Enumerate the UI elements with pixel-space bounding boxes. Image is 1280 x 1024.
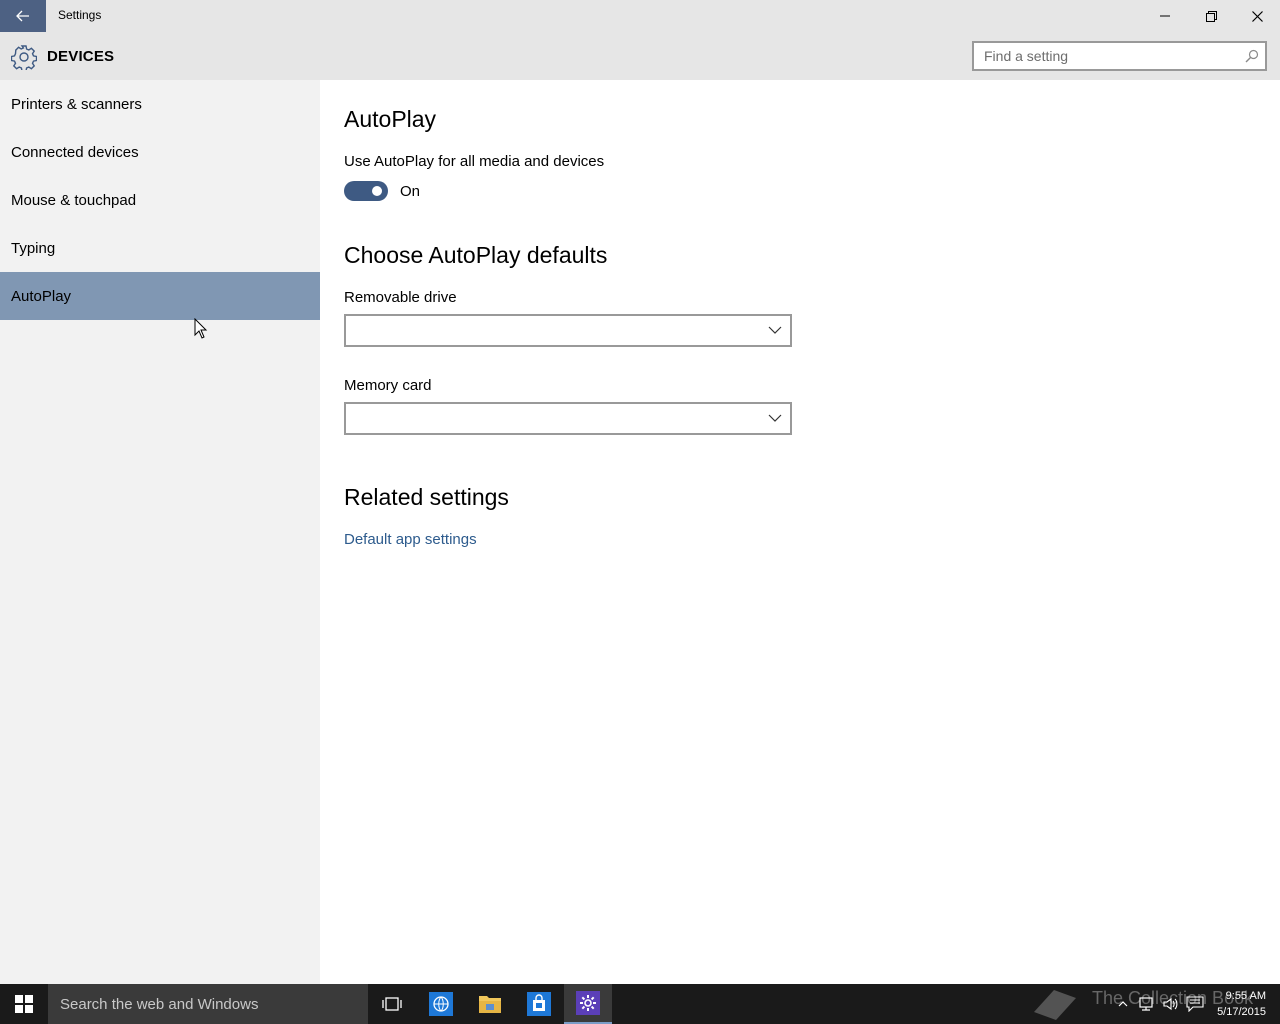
start-button[interactable]: [0, 984, 48, 1024]
gear-icon: [11, 45, 37, 70]
task-view-icon: [382, 997, 402, 1011]
back-button[interactable]: [0, 0, 46, 32]
sidebar-item-label: Connected devices: [11, 143, 139, 161]
search-box[interactable]: [972, 41, 1267, 71]
minimize-button[interactable]: [1142, 0, 1188, 32]
minimize-icon: [1160, 15, 1170, 17]
chevron-down-icon: [768, 414, 782, 422]
autoplay-label: Use AutoPlay for all media and devices: [344, 153, 605, 170]
book-icon: [1034, 990, 1076, 1020]
title-bar: Settings: [0, 0, 1280, 32]
section-title-defaults: Choose AutoPlay defaults: [344, 242, 608, 268]
back-arrow-icon: [16, 10, 29, 22]
sidebar-item-autoplay[interactable]: AutoPlay: [0, 272, 320, 320]
taskbar-store[interactable]: [515, 984, 563, 1024]
taskbar: Search the web and Windows The Collectio…: [0, 984, 1280, 1024]
chevron-down-icon: [768, 326, 782, 334]
window-title: Settings: [58, 8, 102, 22]
close-button[interactable]: [1234, 0, 1280, 32]
windows-logo-icon: [15, 995, 33, 1013]
taskbar-clock[interactable]: 9:55 AM 5/17/2015: [1217, 988, 1266, 1020]
folder-icon: [479, 996, 501, 1013]
action-center-icon[interactable]: [1186, 996, 1204, 1012]
removable-drive-dropdown[interactable]: [344, 314, 792, 347]
taskbar-search-text: Search the web and Windows: [60, 996, 259, 1013]
clock-date: 5/17/2015: [1217, 1006, 1266, 1018]
memory-card-label: Memory card: [344, 377, 432, 394]
toggle-state-label: On: [400, 183, 421, 200]
search-input[interactable]: [984, 48, 1234, 64]
taskbar-settings[interactable]: [564, 984, 612, 1024]
section-title-autoplay: AutoPlay: [344, 106, 437, 132]
sidebar-item-printers-scanners[interactable]: Printers & scanners: [0, 80, 320, 128]
network-icon[interactable]: [1138, 996, 1156, 1012]
task-view-button[interactable]: [368, 984, 416, 1024]
sidebar-item-label: Typing: [11, 239, 56, 257]
page-title: DEVICES: [47, 48, 115, 65]
show-hidden-icons-icon[interactable]: [1114, 996, 1132, 1012]
sidebar-item-label: AutoPlay: [11, 287, 72, 305]
taskbar-search[interactable]: Search the web and Windows: [48, 984, 368, 1024]
mouse-cursor-icon: [194, 318, 208, 339]
autoplay-toggle[interactable]: [344, 181, 388, 201]
sidebar-item-label: Mouse & touchpad: [11, 191, 137, 209]
restore-icon: [1205, 10, 1217, 22]
volume-icon[interactable]: [1162, 996, 1180, 1012]
sidebar-item-typing[interactable]: Typing: [0, 224, 320, 272]
sidebar: Printers & scanners Connected devices Mo…: [0, 80, 320, 984]
removable-drive-label: Removable drive: [344, 289, 457, 306]
clock-time: 9:55 AM: [1225, 990, 1266, 1002]
settings-gear-icon: [576, 991, 600, 1015]
taskbar-file-explorer[interactable]: [466, 984, 514, 1024]
search-icon[interactable]: [1245, 49, 1259, 63]
taskbar-edge[interactable]: [417, 984, 465, 1024]
section-title-related: Related settings: [344, 484, 509, 510]
sidebar-item-connected-devices[interactable]: Connected devices: [0, 128, 320, 176]
default-app-settings-link[interactable]: Default app settings: [344, 531, 477, 548]
toggle-knob: [372, 186, 382, 196]
store-icon: [527, 992, 551, 1016]
header: DEVICES: [0, 32, 1280, 80]
memory-card-dropdown[interactable]: [344, 402, 792, 435]
close-icon: [1251, 10, 1263, 22]
browser-icon: [429, 992, 453, 1016]
sidebar-item-label: Printers & scanners: [11, 95, 142, 113]
main-content: AutoPlay Use AutoPlay for all media and …: [320, 80, 1280, 984]
sidebar-item-mouse-touchpad[interactable]: Mouse & touchpad: [0, 176, 320, 224]
restore-button[interactable]: [1188, 0, 1234, 32]
